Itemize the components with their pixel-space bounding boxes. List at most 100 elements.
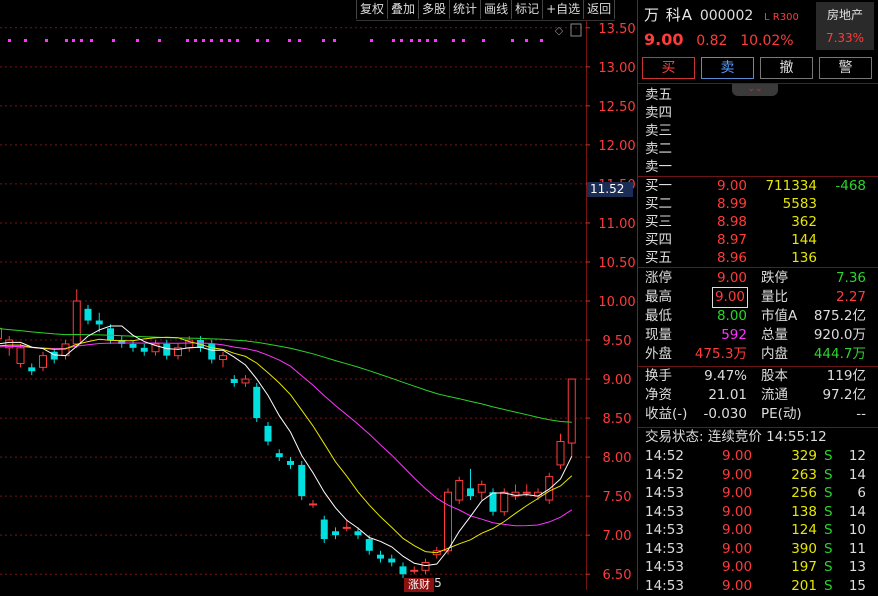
tick-row: 14:53 9.00 124 S 10 <box>638 521 878 540</box>
candle-body <box>230 379 238 383</box>
bid-label: 买五 <box>645 250 672 266</box>
ma5-line <box>0 325 573 567</box>
y-tick-label: 9.00 <box>603 373 632 388</box>
candle-body <box>399 566 407 575</box>
tick-count: 14 <box>848 466 866 483</box>
crosshair-price-label: 11.52 <box>587 182 633 197</box>
toolbar-button[interactable]: 画线 <box>480 0 511 19</box>
stat-label: 净资 <box>645 387 672 403</box>
candle-body <box>208 343 216 360</box>
tick-count: 12 <box>848 448 866 464</box>
candle-body <box>309 503 317 506</box>
tick-side: S <box>824 485 833 501</box>
alert-button[interactable]: 警 <box>819 57 872 79</box>
stat-label: 量比 <box>761 289 788 305</box>
bid-row[interactable]: 买一 9.00 711334 -468 <box>638 177 878 195</box>
bid-volume: 144 <box>791 232 817 248</box>
signal-dot <box>525 39 528 42</box>
tick-time: 14:52 <box>645 448 684 464</box>
candle-body <box>298 464 306 497</box>
ask-row[interactable]: 卖四 <box>638 104 878 122</box>
tick-price: 9.00 <box>722 559 753 575</box>
candle-body <box>253 386 261 419</box>
kline-chart[interactable]: 13.5013.0012.5012.0011.5011.0010.5010.00… <box>0 20 636 590</box>
bid-row[interactable]: 买二 8.99 5583 <box>638 195 878 213</box>
candle-body <box>84 308 92 321</box>
signal-dot <box>186 39 189 42</box>
sector-name: 房地产 <box>826 8 863 22</box>
toolbar-button[interactable]: 叠加 <box>387 0 418 19</box>
signal-dot <box>220 39 223 42</box>
signal-dot <box>400 39 403 42</box>
stat-row: 最高 9.00 量比 2.27 <box>638 287 878 308</box>
sector-pct: 7.33% <box>825 31 865 45</box>
candle-body <box>95 320 103 325</box>
stat-value: 592 <box>721 327 747 343</box>
candle-body <box>410 569 419 572</box>
tick-price: 9.00 <box>722 577 753 594</box>
cancel-button[interactable]: 撤 <box>760 57 813 79</box>
candle-body <box>264 425 272 442</box>
signal-dot <box>462 39 465 42</box>
stat-label: 换手 <box>645 368 672 384</box>
candle-body <box>500 491 509 513</box>
signal-dot <box>65 39 68 42</box>
stock-name: 万 科A <box>644 6 694 24</box>
stat-row: 外盘 475.3万 内盘 444.7万 <box>638 345 878 364</box>
tick-time: 14:53 <box>645 485 684 501</box>
stat-row: 现量 592 总量 920.0万 <box>638 326 878 345</box>
stat-label: 涨停 <box>645 270 672 286</box>
toolbar-button[interactable]: 返回 <box>583 0 616 19</box>
toolbar-button[interactable]: 统计 <box>449 0 480 19</box>
tick-row: 14:52 9.00 329 S 12 <box>638 447 878 466</box>
bid-price: 8.97 <box>716 232 747 248</box>
y-tick-label: 10.00 <box>598 295 635 310</box>
sell-button[interactable]: 卖 <box>701 57 754 79</box>
tick-price: 9.00 <box>722 485 753 501</box>
bid-row[interactable]: 买三 8.98 362 <box>638 213 878 231</box>
signal-dot <box>24 39 27 42</box>
candle-body <box>388 558 396 563</box>
stat-value: 9.47% <box>704 368 747 384</box>
stat-value: -- <box>856 406 866 422</box>
tick-side: S <box>824 559 833 575</box>
buy-button[interactable]: 买 <box>642 57 695 79</box>
signal-dot <box>80 39 83 42</box>
bid-row[interactable]: 买四 8.97 144 <box>638 231 878 249</box>
y-tick-label: 12.50 <box>598 100 635 115</box>
candle-body <box>50 351 58 360</box>
toolbar-button[interactable]: 复权 <box>356 0 387 19</box>
signal-dot <box>370 39 373 42</box>
bid-volume: 136 <box>791 250 817 266</box>
candle-body <box>287 461 294 465</box>
stat-label: 跌停 <box>761 270 788 286</box>
ask-row[interactable]: 卖五 <box>638 86 878 104</box>
candle-body <box>72 300 81 345</box>
stat-row: 最低 8.00 市值A 875.2亿 <box>638 307 878 326</box>
ask-row[interactable]: 卖一 <box>638 158 878 176</box>
candle-body <box>545 476 554 501</box>
sector-badge[interactable]: 房地产 7.33% <box>816 2 874 50</box>
tick-count: 11 <box>848 540 866 557</box>
toolbar-button[interactable]: 多股 <box>418 0 449 19</box>
ask-row[interactable]: 卖三 <box>638 122 878 140</box>
signal-dot <box>426 39 429 42</box>
tick-price: 9.00 <box>722 540 753 557</box>
toolbar-button[interactable]: +自选 <box>542 0 583 19</box>
y-tick-label: 8.00 <box>603 451 632 466</box>
y-tick-label: 12.00 <box>598 139 635 154</box>
candle-body <box>275 453 283 458</box>
tick-price: 9.00 <box>722 448 753 464</box>
toolbar-button[interactable]: 标记 <box>511 0 542 19</box>
bid-row[interactable]: 买五 8.96 136 <box>638 249 878 267</box>
signal-dot <box>112 39 115 42</box>
tick-volume: 201 <box>791 577 817 594</box>
tick-time: 14:52 <box>645 466 684 483</box>
ask-row[interactable]: 卖二 <box>638 140 878 158</box>
stat-value: 119亿 <box>826 368 866 384</box>
panel-toggle-icon <box>570 23 582 37</box>
bid-label: 买一 <box>645 178 672 194</box>
tick-volume: 256 <box>791 485 817 501</box>
y-tick-label: 7.50 <box>603 490 632 505</box>
bid-price: 8.96 <box>716 250 747 266</box>
